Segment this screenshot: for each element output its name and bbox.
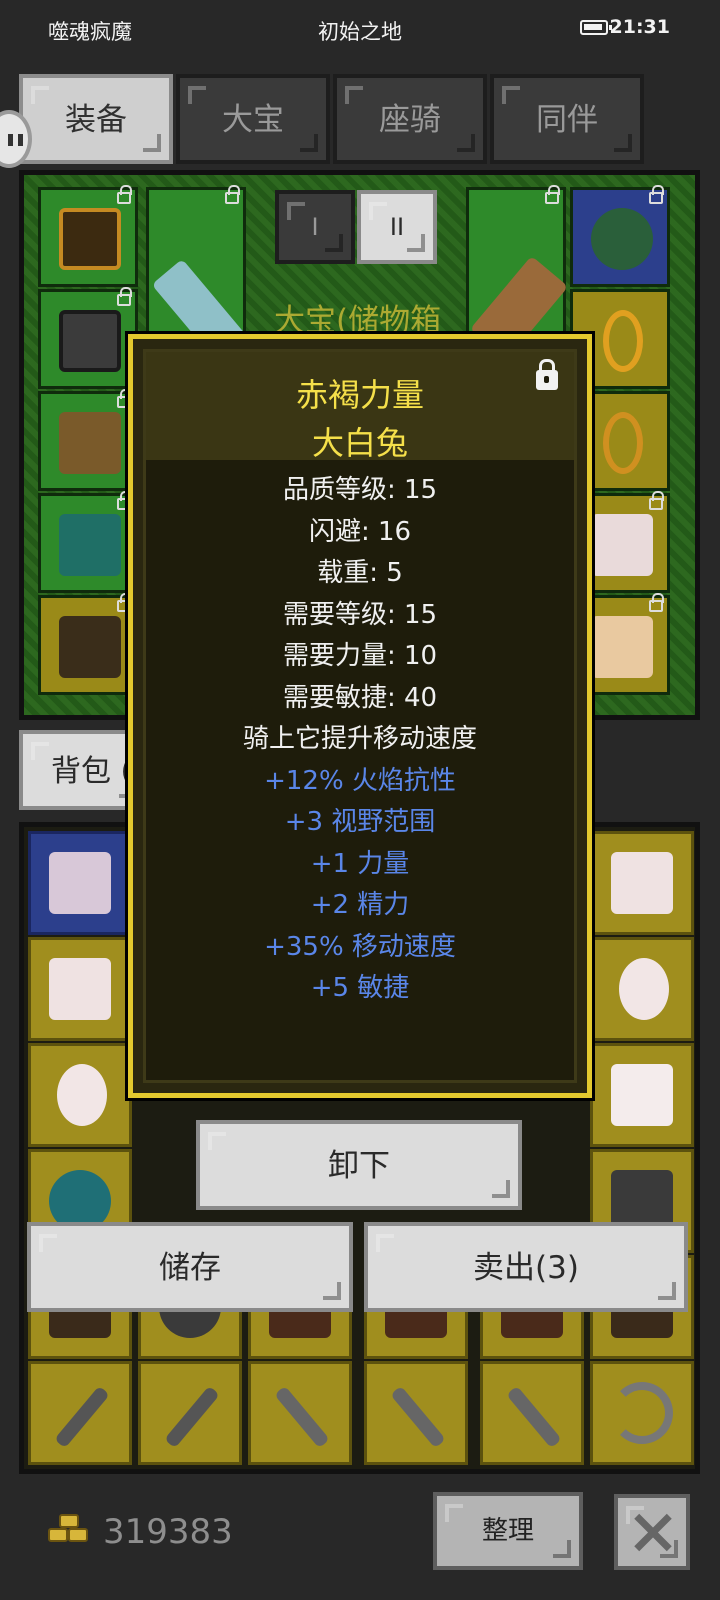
- stat-line: 需要等级: 15: [282, 599, 438, 630]
- unequip-button[interactable]: 卸下: [196, 1120, 522, 1210]
- gold-amount: 319383: [103, 1512, 233, 1552]
- status-time: 21:31: [609, 16, 670, 38]
- inventory-slot[interactable]: [248, 1361, 352, 1465]
- slot-boots[interactable]: [38, 491, 138, 593]
- tab-label: 大宝: [222, 102, 284, 138]
- stat-line: 闪避: 16: [308, 516, 412, 547]
- tab-mount[interactable]: 座骑: [333, 74, 487, 164]
- tooltip-header: 赤褐力量 大白兔: [146, 352, 574, 462]
- game-screen: 噬魂疯魔 初始之地 21:31 装备 大宝 座骑 同伴 大宝(储物箱 I II …: [0, 0, 720, 1600]
- slot-gloves[interactable]: [38, 389, 138, 491]
- button-label: 卖出(3): [473, 1250, 579, 1286]
- bag-tab-label: 背包 (: [51, 754, 133, 789]
- stat-line: 载重: 5: [317, 558, 403, 588]
- inventory-slot[interactable]: [28, 1043, 132, 1147]
- segment-label: II: [389, 213, 405, 241]
- inventory-slot[interactable]: [590, 1043, 694, 1147]
- inventory-slot[interactable]: [28, 831, 132, 935]
- tab-label: 装备: [65, 102, 127, 138]
- slot-armor[interactable]: [38, 287, 138, 389]
- gold-coins-icon: [48, 1514, 90, 1548]
- button-label: 卸下: [328, 1148, 390, 1184]
- sell-button[interactable]: 卖出(3): [364, 1222, 688, 1312]
- inventory-slot[interactable]: [364, 1361, 468, 1465]
- magic-stat-line: +3 视野范围: [284, 807, 436, 837]
- magic-stat-line: +2 精力: [310, 890, 410, 920]
- item-tooltip: 赤褐力量 大白兔 品质等级: 15 闪避: 16 载重: 5 需要等级: 15 …: [128, 334, 592, 1098]
- store-button[interactable]: 储存: [27, 1222, 353, 1312]
- page-segment-2[interactable]: II: [357, 190, 437, 264]
- page-segment-1[interactable]: I: [275, 190, 355, 264]
- battery-icon: [580, 20, 612, 35]
- slot-amulet[interactable]: [570, 185, 670, 287]
- stat-line: 骑上它提升移动速度: [242, 724, 477, 754]
- stat-line: 需要力量: 10: [282, 641, 438, 671]
- item-name: 赤褐力量: [295, 376, 424, 414]
- sort-button[interactable]: 整理: [433, 1492, 583, 1570]
- tab-equipment[interactable]: 装备: [19, 74, 173, 164]
- inventory-slot[interactable]: [590, 937, 694, 1041]
- button-label: 整理: [481, 1516, 534, 1546]
- magic-stat-line: +12% 火焰抗性: [264, 765, 456, 796]
- inventory-slot[interactable]: [590, 831, 694, 935]
- button-label: 储存: [159, 1250, 221, 1286]
- stat-line: 品质等级: 15: [282, 475, 438, 505]
- segment-label: I: [311, 213, 319, 241]
- tooltip-body: 赤褐力量 大白兔 品质等级: 15 闪避: 16 载重: 5 需要等级: 15 …: [143, 349, 577, 1083]
- inventory-slot[interactable]: [28, 1361, 132, 1465]
- inventory-slot[interactable]: [590, 1361, 694, 1465]
- slot-helmet[interactable]: [38, 185, 138, 287]
- status-bar: 噬魂疯魔 初始之地 21:31: [0, 0, 720, 58]
- close-button[interactable]: [614, 1494, 690, 1570]
- slot-belt[interactable]: [38, 593, 138, 695]
- item-stats: 品质等级: 15 闪避: 16 载重: 5 需要等级: 15 需要力量: 10 …: [146, 470, 574, 1010]
- item-base-type: 大白兔: [311, 424, 408, 462]
- stat-line: 需要敏捷: 40: [282, 682, 438, 713]
- tab-label: 座骑: [379, 102, 441, 138]
- tab-label: 同伴: [536, 102, 598, 138]
- magic-stat-line: +1 力量: [310, 848, 410, 879]
- tab-treasure[interactable]: 大宝: [176, 74, 330, 164]
- magic-stat-line: +5 敏捷: [310, 973, 410, 1003]
- inventory-slot[interactable]: [480, 1361, 584, 1465]
- lock-icon[interactable]: [536, 359, 558, 390]
- tab-companion[interactable]: 同伴: [490, 74, 644, 164]
- inventory-slot[interactable]: [28, 937, 132, 1041]
- inventory-slot[interactable]: [138, 1361, 242, 1465]
- magic-stat-line: +35% 移动速度: [264, 931, 456, 962]
